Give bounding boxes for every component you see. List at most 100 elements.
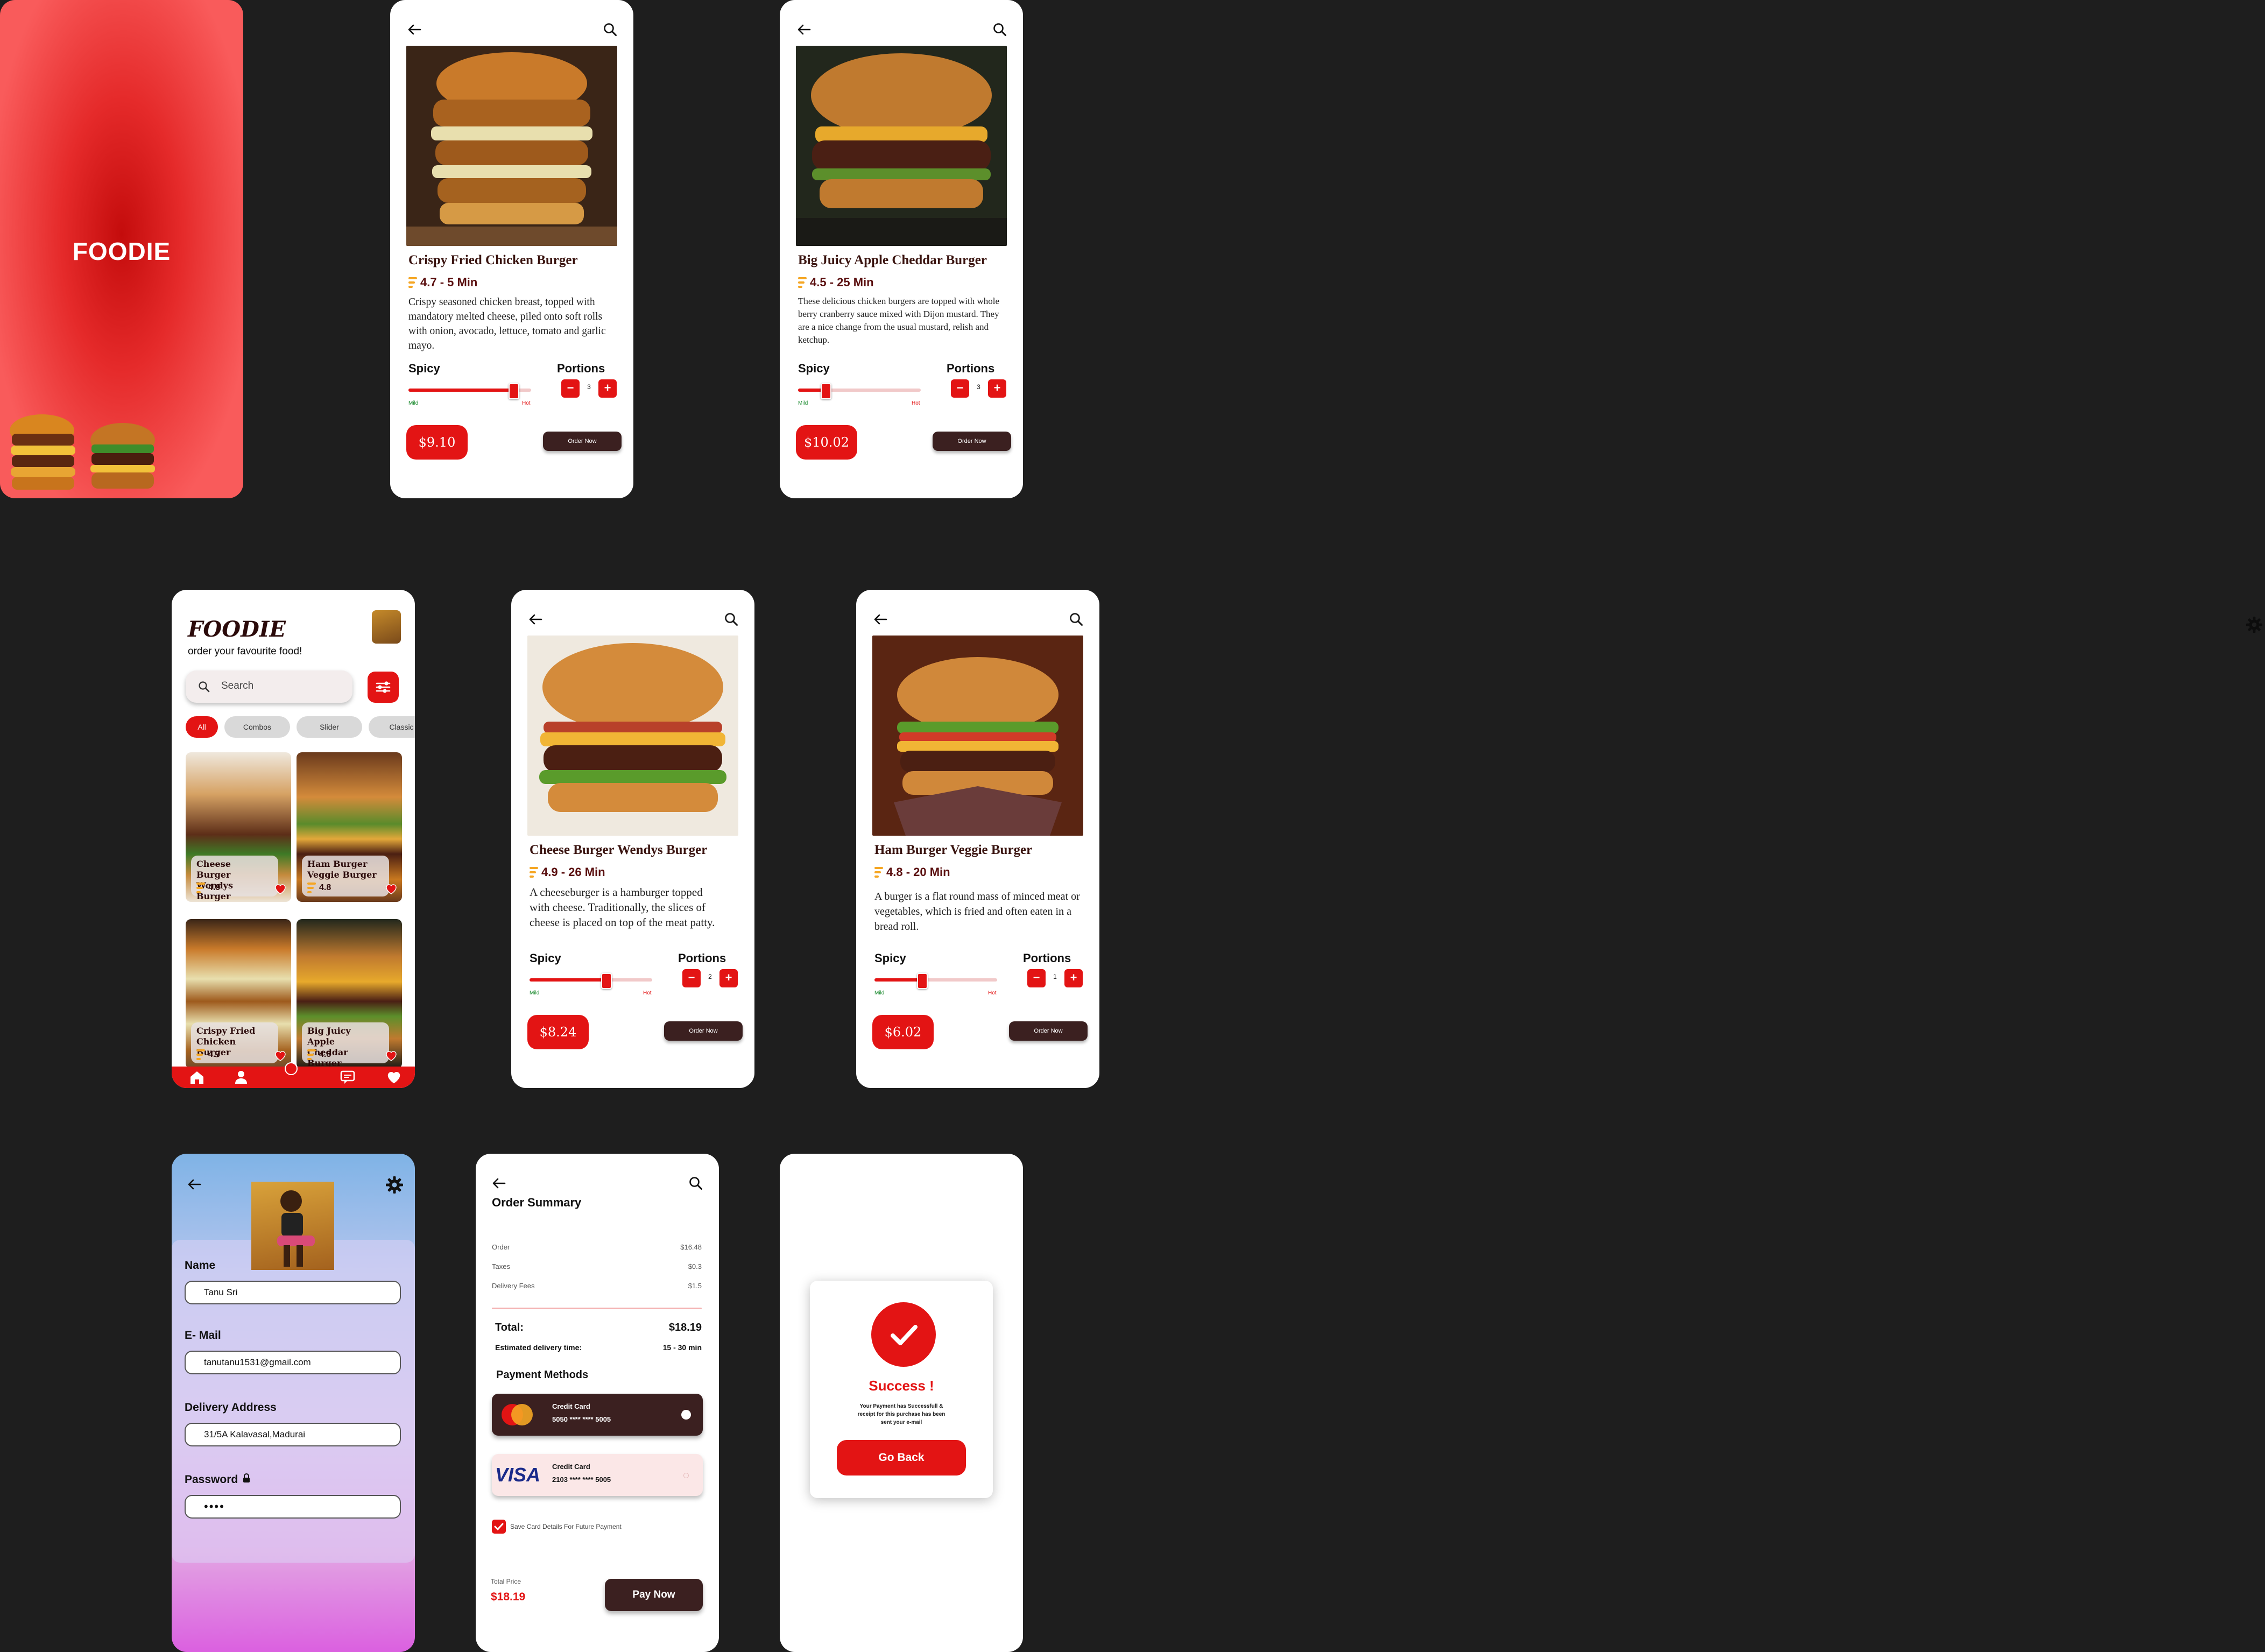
chip-classic[interactable]: Classic	[369, 716, 415, 738]
rating-time: 4.5 - 25 Min	[798, 276, 874, 290]
delivery-fee-value: $1.5	[688, 1282, 702, 1290]
search-icon[interactable]	[602, 22, 618, 38]
mild-label: Mild	[874, 990, 885, 996]
portion-count: 3	[587, 383, 591, 391]
chat-icon[interactable]	[340, 1070, 356, 1088]
card-rating: 4.8	[307, 883, 331, 893]
card-label: Cheese Burger Wendys Burger 4.9	[191, 856, 278, 901]
spicy-slider[interactable]	[874, 973, 997, 989]
rating-time: 4.7 - 5 Min	[408, 276, 477, 290]
decrease-portion-button[interactable]: −	[561, 379, 580, 398]
name-field[interactable]: Tanu Sri	[185, 1281, 401, 1304]
back-arrow-icon[interactable]	[796, 22, 812, 38]
rating-time-text: 4.9 - 26 Min	[541, 865, 605, 879]
spicy-slider[interactable]	[530, 973, 652, 989]
tagline: order your favourite food!	[188, 646, 302, 657]
card-radio[interactable]	[683, 1473, 689, 1478]
portions-label: Portions	[678, 951, 726, 965]
order-summary-screen: Order Summary Order $16.48 Taxes $0.3 Deli…	[476, 1154, 719, 1652]
portions-label: Portions	[1023, 951, 1071, 965]
spicy-slider[interactable]	[798, 383, 921, 399]
card-radio-selected[interactable]	[681, 1410, 691, 1420]
total-row: Total: $18.19	[495, 1322, 702, 1334]
spicy-slider-knob[interactable]	[916, 973, 928, 989]
filter-button[interactable]	[368, 672, 399, 703]
price-badge: $6.02	[872, 1015, 934, 1049]
chip-all[interactable]: All	[186, 716, 218, 738]
profile-photo[interactable]	[251, 1182, 334, 1270]
decrease-portion-button[interactable]: −	[951, 379, 969, 398]
favorite-heart-icon[interactable]	[274, 883, 287, 898]
back-arrow-icon[interactable]	[491, 1175, 507, 1191]
mastercard-option[interactable]: Credit Card 5050 **** **** 5005	[492, 1394, 703, 1436]
spicy-slider-knob[interactable]	[508, 383, 519, 399]
email-field[interactable]: tanutanu1531@gmail.com	[185, 1351, 401, 1374]
search-icon[interactable]	[1068, 611, 1084, 627]
address-label: Delivery Address	[185, 1401, 277, 1414]
taxes-row-value: $0.3	[688, 1262, 702, 1270]
food-card[interactable]: Cheese Burger Wendys Burger 4.9	[186, 752, 291, 902]
search-icon[interactable]	[992, 22, 1008, 38]
search-icon	[197, 680, 210, 696]
favorite-heart-icon[interactable]	[385, 883, 398, 898]
increase-portion-button[interactable]: +	[719, 969, 738, 987]
back-arrow-icon[interactable]	[527, 611, 544, 627]
increase-portion-button[interactable]: +	[988, 379, 1006, 398]
food-card[interactable]: Big Juicy Apple Cheddar Burger 4.5	[297, 919, 402, 1069]
back-arrow-icon[interactable]	[406, 22, 422, 38]
visa-option[interactable]: VISA Credit Card 2103 **** **** 5005	[492, 1454, 703, 1496]
order-now-button[interactable]: Order Now	[1009, 1021, 1088, 1041]
success-dialog: Success ! Your Payment has Successfull &…	[810, 1281, 993, 1498]
order-now-button[interactable]: Order Now	[933, 432, 1011, 451]
card-rating: 4.7	[196, 1049, 220, 1060]
password-field[interactable]: ••••	[185, 1495, 401, 1519]
user-icon[interactable]	[234, 1070, 248, 1088]
go-back-button[interactable]: Go Back	[837, 1440, 966, 1475]
gear-icon[interactable]	[385, 1175, 404, 1195]
back-arrow-icon[interactable]	[872, 611, 888, 627]
spicy-slider-knob[interactable]	[601, 973, 612, 989]
detail-screen-cheese: Cheese Burger Wendys Burger 4.9 - 26 Min…	[511, 590, 754, 1088]
avatar[interactable]	[372, 610, 401, 644]
chip-slider[interactable]: Slider	[297, 716, 362, 738]
search-icon[interactable]	[688, 1175, 704, 1191]
spicy-slider-knob[interactable]	[821, 383, 832, 399]
mild-label: Mild	[530, 990, 540, 996]
gear-icon[interactable]	[2245, 616, 2263, 637]
visa-logo: VISA	[495, 1464, 541, 1486]
home-icon[interactable]	[189, 1070, 205, 1088]
card-label: Big Juicy Apple Cheddar Burger 4.5	[302, 1022, 389, 1068]
price-badge: $8.24	[527, 1015, 589, 1049]
decrease-portion-button[interactable]: −	[682, 969, 701, 987]
success-message: Your Payment has Successfull & receipt f…	[857, 1403, 945, 1425]
search-icon[interactable]	[723, 611, 739, 627]
spicy-slider[interactable]	[408, 383, 531, 399]
back-arrow-icon[interactable]	[186, 1176, 203, 1192]
sliders-icon	[376, 681, 391, 693]
spicy-label: Spicy	[874, 951, 906, 965]
portions-label: Portions	[557, 362, 605, 375]
password-label-row: Password	[185, 1473, 251, 1486]
order-now-button[interactable]: Order Now	[664, 1021, 743, 1041]
chip-combos[interactable]: Combos	[224, 716, 290, 738]
increase-portion-button[interactable]: +	[598, 379, 617, 398]
product-title: Cheese Burger Wendys Burger	[530, 843, 708, 857]
pay-now-button[interactable]: Pay Now	[605, 1579, 703, 1611]
increase-portion-button[interactable]: +	[1064, 969, 1083, 987]
address-field[interactable]: 31/5A Kalavasal,Madurai	[185, 1423, 401, 1446]
check-circle-icon	[871, 1302, 936, 1367]
food-card[interactable]: Crispy Fried Chicken Burger 4.7	[186, 919, 291, 1069]
order-now-button[interactable]: Order Now	[543, 432, 622, 451]
search-input[interactable]: Search	[186, 670, 352, 703]
home-screen: FOODIE order your favourite food! Search…	[172, 590, 415, 1088]
favorite-heart-icon[interactable]	[274, 1050, 287, 1064]
food-card[interactable]: Ham Burger Veggie Burger 4.8	[297, 752, 402, 902]
favorite-heart-icon[interactable]	[385, 1050, 398, 1064]
decrease-portion-button[interactable]: −	[1027, 969, 1046, 987]
page-title: Order Summary	[492, 1196, 582, 1209]
save-card-checkbox[interactable]	[492, 1520, 506, 1534]
rating-bars-icon	[307, 883, 316, 893]
rating-bars-icon	[530, 867, 538, 878]
heart-icon[interactable]	[386, 1070, 402, 1088]
cart-icon[interactable]	[285, 1062, 298, 1075]
